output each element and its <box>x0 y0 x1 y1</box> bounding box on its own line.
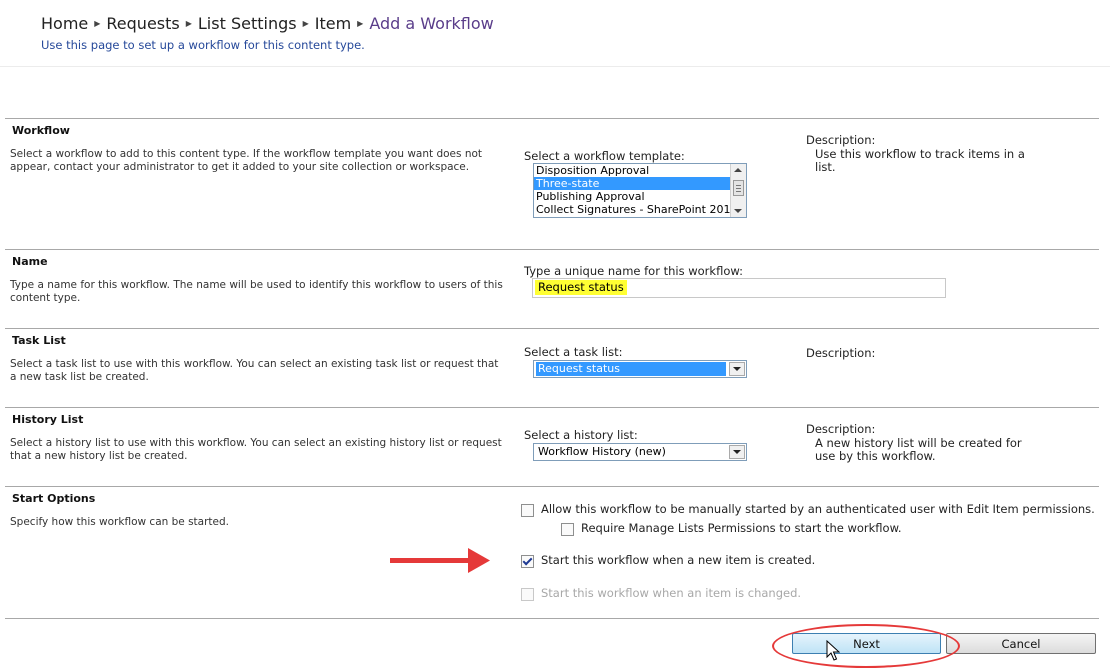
cancel-button[interactable]: Cancel <box>946 633 1096 654</box>
workflow-section-title: Workflow <box>12 124 70 137</box>
require-manage-permissions-checkbox[interactable] <box>561 523 574 536</box>
breadcrumb-separator-icon: ▶ <box>94 18 101 28</box>
section-divider <box>5 118 1099 119</box>
start-on-create-checkbox[interactable] <box>521 555 534 568</box>
workflow-name-input[interactable]: Request status <box>532 278 946 298</box>
history-list-section-title: History List <box>12 413 84 426</box>
page-description: Use this page to set up a workflow for t… <box>41 38 365 52</box>
workflow-template-option[interactable]: Publishing Approval <box>534 190 731 203</box>
start-on-change-label: Start this workflow when an item is chan… <box>541 586 802 600</box>
header-divider <box>0 66 1110 67</box>
workflow-name-label: Type a unique name for this workflow: <box>524 264 743 278</box>
task-list-section-title: Task List <box>12 334 66 347</box>
history-list-select[interactable]: Workflow History (new) <box>533 443 747 461</box>
scroll-down-icon[interactable] <box>734 209 742 213</box>
section-divider <box>5 486 1099 487</box>
history-list-description-text: A new history list will be created for u… <box>815 436 1022 463</box>
workflow-template-option[interactable]: Collect Signatures - SharePoint 2010 <box>534 203 731 216</box>
breadcrumb-current: Add a Workflow <box>369 13 494 33</box>
start-options-section-title: Start Options <box>12 492 96 505</box>
scroll-thumb[interactable] <box>733 180 744 196</box>
breadcrumb-separator-icon: ▶ <box>357 18 364 28</box>
section-divider <box>5 249 1099 250</box>
start-options-section-text: Specify how this workflow can be started… <box>10 516 229 528</box>
history-list-section-text: Select a history list to use with this w… <box>10 437 502 462</box>
workflow-template-label: Select a workflow template: <box>524 149 685 163</box>
workflow-section-text: Select a workflow to add to this content… <box>10 148 483 173</box>
workflow-template-option-selected[interactable]: Three-state <box>534 177 731 190</box>
section-divider <box>5 328 1099 329</box>
breadcrumb-separator-icon: ▶ <box>302 18 309 28</box>
start-on-create-label: Start this workflow when a new item is c… <box>541 553 816 567</box>
breadcrumb-item[interactable]: Item <box>315 14 351 33</box>
scroll-up-icon[interactable] <box>734 168 742 172</box>
breadcrumb-separator-icon: ▶ <box>185 18 192 28</box>
section-divider <box>5 618 1099 619</box>
dropdown-arrow-icon[interactable] <box>729 445 745 459</box>
manual-start-label: Allow this workflow to be manually start… <box>541 502 1095 516</box>
workflow-template-listbox[interactable]: Disposition Approval Three-state Publish… <box>533 163 747 218</box>
breadcrumb-list-settings[interactable]: List Settings <box>198 14 297 33</box>
section-divider <box>5 407 1099 408</box>
dropdown-arrow-icon[interactable] <box>729 362 745 376</box>
workflow-template-option[interactable]: Disposition Approval <box>534 164 731 177</box>
history-list-description-label: Description: <box>806 422 876 436</box>
task-list-label: Select a task list: <box>524 345 623 359</box>
workflow-description-text: Use this workflow to track items in a li… <box>815 147 1025 174</box>
manual-start-checkbox[interactable] <box>521 504 534 517</box>
next-button[interactable]: Next <box>792 633 941 654</box>
breadcrumb-requests[interactable]: Requests <box>106 14 179 33</box>
task-list-value: Request status <box>536 362 726 376</box>
history-list-label: Select a history list: <box>524 428 638 442</box>
breadcrumb: Home ▶ Requests ▶ List Settings ▶ Item ▶… <box>41 12 494 34</box>
history-list-value: Workflow History (new) <box>538 445 666 458</box>
mouse-pointer-icon <box>826 640 840 661</box>
task-list-section-text: Select a task list to use with this work… <box>10 358 499 383</box>
start-on-change-checkbox <box>521 588 534 601</box>
task-list-description-label: Description: <box>806 346 876 360</box>
red-arrow-icon <box>390 548 490 573</box>
name-section-text: Type a name for this workflow. The name … <box>10 279 503 304</box>
task-list-select[interactable]: Request status <box>533 360 747 378</box>
workflow-name-value: Request status <box>535 280 627 295</box>
require-manage-permissions-label: Require Manage Lists Permissions to star… <box>581 521 902 535</box>
name-section-title: Name <box>12 255 48 268</box>
breadcrumb-home[interactable]: Home <box>41 14 88 33</box>
listbox-scrollbar[interactable] <box>730 164 746 217</box>
workflow-description-label: Description: <box>806 133 876 147</box>
